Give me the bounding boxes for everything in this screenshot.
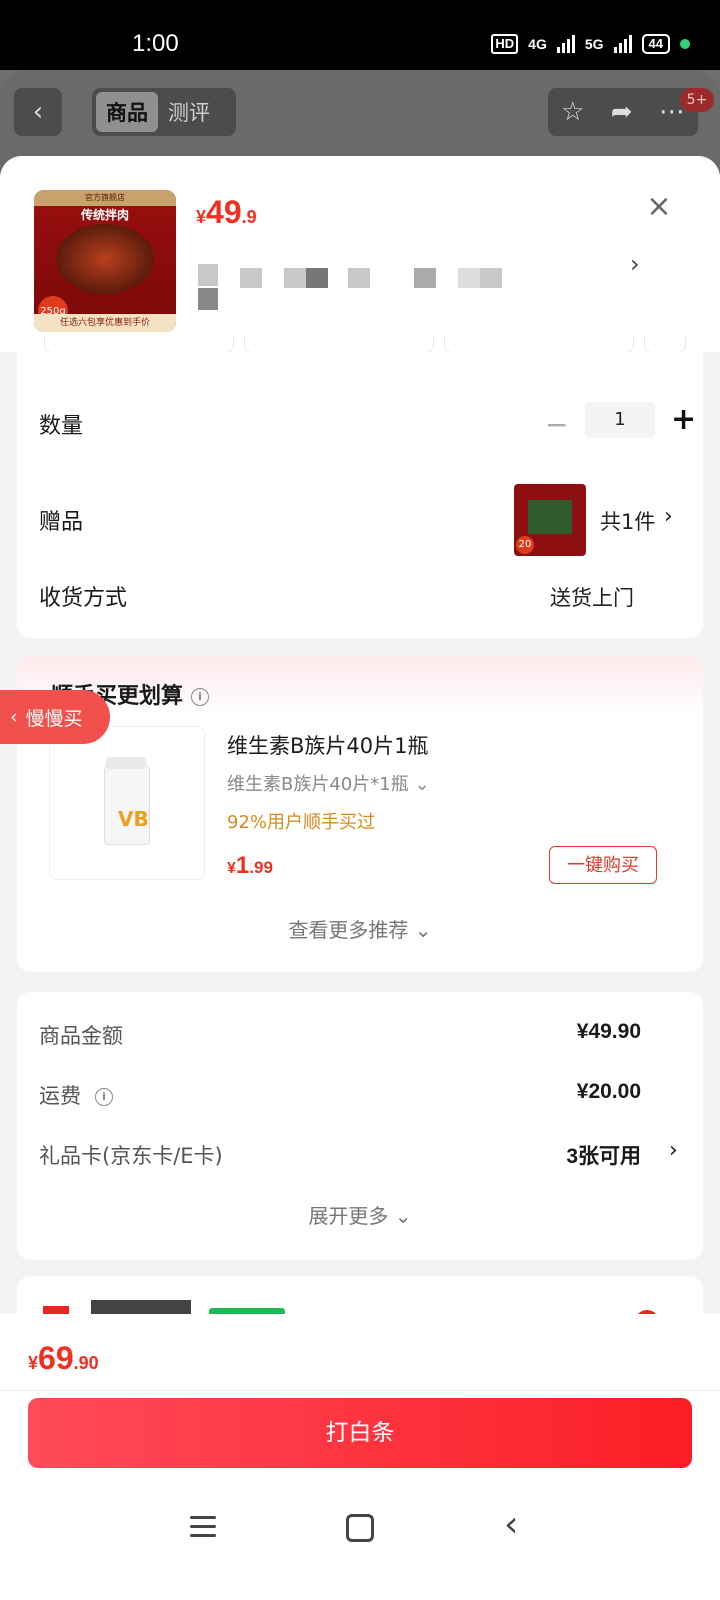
status-icons: HD 4G 5G 44 [491,34,690,54]
hd-icon: HD [491,34,519,54]
fee-label-shipping: 运费 i [39,1080,113,1110]
selected-spec[interactable] [196,260,636,312]
chevron-down-icon: ⌄ [414,918,432,942]
status-time: 1:00 [132,30,179,57]
product-thumbnail[interactable]: 官方旗舰店 传统拌肉 250g 任选六包享优惠到手价 [34,190,176,332]
share-icon[interactable]: ➦ [611,97,633,127]
gift-thumbnail[interactable]: 20 [514,484,586,556]
product-price: ¥49.9 [196,194,257,231]
slow-buy-button[interactable]: ‹ 慢慢买 [0,690,110,744]
network-4g-label: 4G [528,36,547,52]
chevron-right-icon[interactable]: › [630,250,640,278]
chevron-down-icon: ⌄ [394,1204,412,1228]
fee-summary-card: 商品金额 ¥49.90 运费 i ¥20.00 礼品卡(京东卡/E卡) 3张可用 … [17,992,703,1260]
status-bar: 1:00 HD 4G 5G 44 [0,0,720,70]
recommend-item-stat: 92%用户顺手买过 [227,812,376,833]
bottle-label: VB [118,807,149,831]
quantity-label: 数量 [39,414,84,439]
price-decimal: .9 [241,207,257,227]
bottom-bar: ¥69.90 打白条 ‹ [0,1314,720,1600]
back-icon[interactable]: ‹ [504,1504,518,1545]
chevron-left-icon: ‹ [32,97,44,127]
quantity-increase-button[interactable]: + [671,402,696,437]
price-integer: 49 [206,194,242,230]
gift-label: 赠品 [39,510,84,535]
fee-value-shipping: ¥20.00 [576,1080,641,1103]
currency-symbol: ¥ [196,207,207,227]
recommend-item-name[interactable]: 维生素B族片40片1瓶 [227,730,429,760]
gift-count[interactable]: 共1件 [600,506,655,536]
delivery-value[interactable]: 送货上门 [550,582,634,612]
quantity-decrease-button[interactable]: − [545,408,568,441]
menu-icon[interactable] [190,1516,216,1543]
network-5g-label: 5G [584,36,604,52]
recommend-item-spec[interactable]: 维生素B族片40片*1瓶 ⌄ [227,770,430,796]
pay-button[interactable]: 打白条 [28,1398,692,1468]
recommend-item-image[interactable]: VB [49,726,205,880]
system-nav-bar: ‹ [0,1494,720,1564]
chevron-right-icon[interactable]: › [664,504,673,529]
signal-icon [556,35,575,53]
gift-weight-badge: 20 [516,536,534,554]
fee-label-goods: 商品金额 [39,1024,123,1048]
fee-value-goods: ¥49.90 [576,1020,641,1043]
spec-option[interactable] [444,336,634,353]
tab-product[interactable]: 商品 [96,92,158,132]
notification-badge: 5+ [680,88,714,112]
recommend-card: 顺手买更划算 i VB 维生素B族片40片1瓶 维生素B族片40片*1瓶 ⌄ 92… [17,656,703,972]
quantity-input[interactable]: 1 [585,402,655,438]
info-icon[interactable]: i [95,1088,113,1106]
tab-bar: 商品 测评 [92,88,236,136]
fee-label-giftcard: 礼品卡(京东卡/E卡) [39,1144,223,1168]
food-plate-image [56,224,154,294]
delivery-label: 收货方式 [39,586,128,611]
chevron-right-icon[interactable]: › [669,1138,678,1163]
spec-option[interactable] [644,336,686,353]
recommend-item-price: ¥1.99 [227,852,273,879]
bottle-image [104,763,150,845]
close-icon: × [646,189,672,224]
back-button[interactable]: ‹ [14,88,62,136]
battery-icon: 44 [641,34,670,54]
status-dot [680,39,690,49]
sku-header: 官方旗舰店 传统拌肉 250g 任选六包享优惠到手价 ¥49.9 × › [0,156,720,353]
expand-more-button[interactable]: 展开更多 ⌄ [17,1200,703,1229]
signal-icon [613,35,632,53]
thumb-footer: 任选六包享优惠到手价 [34,314,176,332]
star-icon[interactable]: ☆ [561,97,584,127]
gift-image [528,500,572,534]
header-actions: ☆ ➦ ⋯ [548,88,698,136]
more-recommend-button[interactable]: 查看更多推荐 ⌄ [17,914,703,943]
chevron-left-icon: ‹ [10,706,18,728]
tab-review[interactable]: 测评 [158,92,220,132]
chevron-down-icon: ⌄ [414,774,430,795]
close-button[interactable]: × [644,192,674,222]
one-click-buy-button[interactable]: 一键购买 [549,846,657,884]
fee-value-giftcard[interactable]: 3张可用 [566,1140,641,1170]
spec-option[interactable] [244,336,434,353]
thumb-title: 传统拌肉 [80,208,129,222]
home-icon[interactable] [346,1514,374,1542]
total-price: ¥69.90 [28,1340,99,1376]
info-icon[interactable]: i [191,688,210,706]
spec-option[interactable] [44,336,234,353]
thumb-store-label: 官方旗舰店 [34,190,176,206]
